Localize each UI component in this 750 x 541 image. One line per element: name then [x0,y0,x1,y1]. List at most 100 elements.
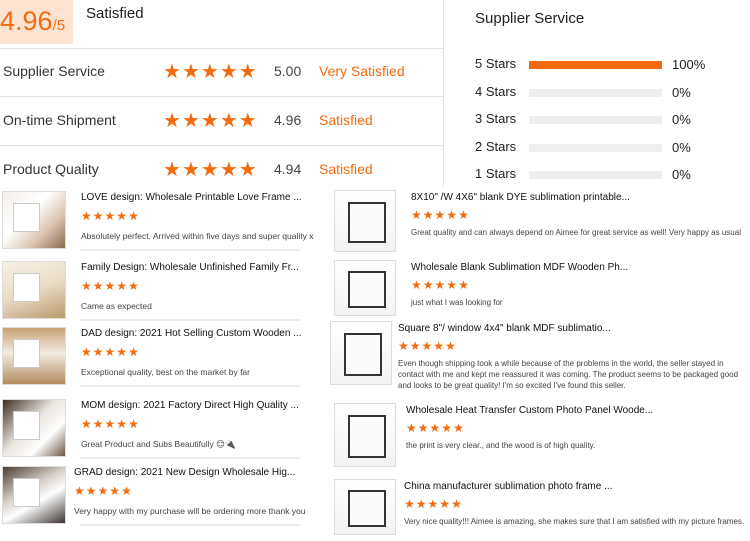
divider [0,48,443,49]
star-icon: ★ [81,279,92,293]
review-text: Even though shipping took a while becaus… [398,359,739,390]
review-text: Exceptional quality, best on the market … [81,367,250,377]
star-icon: ★ [411,278,422,292]
star-icon: ★ [415,497,427,511]
star-icon: ★ [181,157,200,181]
star-icon: ★ [92,417,104,431]
product-thumbnail[interactable] [2,399,66,457]
distribution-label: 1 Stars [475,166,517,181]
star-icon: ★ [116,209,128,223]
metric-value: 4.94 [274,161,302,177]
review-text: just what I was looking for [411,298,503,307]
metric-value: 5.00 [274,63,302,79]
star-icon: ★ [398,339,409,353]
metric-value: 4.96 [274,112,302,128]
rating-stars: ★ ★ ★ ★ ★ [163,61,257,81]
star-icon: ★ [433,339,445,353]
metric-rating-word: Satisfied [319,161,373,177]
product-thumbnail[interactable] [330,321,392,385]
distribution-bar-fill [529,61,662,69]
distribution-bar [529,171,662,179]
distribution-label: 5 Stars [475,56,517,71]
review-product-title[interactable]: Family Design: Wholesale Unfinished Fami… [81,262,326,273]
star-icon: ★ [417,421,429,435]
review-product-title[interactable]: LOVE design: Wholesale Printable Love Fr… [81,192,326,203]
star-icon: ★ [181,59,200,83]
star-icon: ★ [116,279,128,293]
star-icon: ★ [451,497,462,511]
product-thumbnail[interactable] [334,260,396,316]
distribution-percent: 0% [672,112,691,127]
distribution-percent: 100% [672,57,706,72]
review-card: GRAD design: 2021 New Design Wholesale H… [0,462,330,530]
frame-illustration [348,415,386,458]
star-icon: ★ [104,279,116,293]
rating-stars: ★ ★ ★ ★ ★ [74,485,132,497]
review-card: Family Design: Wholesale Unfinished Fami… [0,257,330,321]
distribution-bar [529,88,662,97]
star-icon: ★ [97,484,109,498]
rating-stars: ★ ★ ★ ★ ★ [163,159,257,179]
star-icon: ★ [421,339,433,353]
frame-illustration [14,412,39,440]
rating-stars: ★ ★ ★ ★ ★ [411,209,469,221]
rating-stars: ★ ★ ★ ★ ★ [404,498,462,510]
star-icon: ★ [81,209,92,223]
rating-stars: ★ ★ ★ ★ ★ [406,422,464,434]
star-icon: ★ [404,497,415,511]
distribution-label: 2 Stars [475,138,517,154]
star-icon: ★ [116,417,128,431]
frame-illustration [348,270,386,309]
star-icon: ★ [238,108,257,132]
review-product-title[interactable]: GRAD design: 2021 New Design Wholesale H… [74,467,319,478]
product-thumbnail[interactable] [2,191,66,249]
star-icon: ★ [104,209,116,223]
product-thumbnail[interactable] [2,466,66,524]
star-icon: ★ [163,157,181,181]
review-product-title[interactable]: Square 8"/ window 4x4" blank MDF sublima… [398,323,748,334]
distribution-label: 4 Stars [475,83,517,99]
star-icon: ★ [85,484,97,498]
star-icon: ★ [429,421,441,435]
star-icon: ★ [92,209,104,223]
review-card: Square 8"/ window 4x4" blank MDF sublima… [330,318,750,398]
frame-illustration [14,204,39,232]
star-icon: ★ [422,208,434,222]
review-card: Wholesale Blank Sublimation MDF Wooden P… [330,257,750,317]
star-icon: ★ [411,208,422,222]
review-text: the print is very clear., and the wood i… [406,441,596,450]
review-text: Great quality and can always depend on A… [411,228,741,237]
review-product-title[interactable]: DAD design: 2021 Hot Selling Custom Wood… [81,328,326,339]
divider [80,385,300,387]
star-icon: ★ [446,278,458,292]
star-icon: ★ [116,345,128,359]
review-card: Wholesale Heat Transfer Custom Photo Pan… [330,400,750,474]
review-text: Absolutely perfect. Arrived within five … [81,231,314,241]
review-product-title[interactable]: Wholesale Blank Sublimation MDF Wooden P… [411,262,748,273]
star-icon: ★ [453,421,464,435]
frame-illustration [344,333,382,376]
review-text: Great Product and Subs Beautifully 😊🔌 [81,439,236,449]
star-icon: ★ [200,108,219,132]
review-card: LOVE design: Wholesale Printable Love Fr… [0,187,330,251]
product-thumbnail[interactable] [2,261,66,319]
product-thumbnail[interactable] [334,190,396,252]
star-icon: ★ [81,417,92,431]
frame-illustration [14,274,39,302]
review-product-title[interactable]: Wholesale Heat Transfer Custom Photo Pan… [406,405,748,416]
star-icon: ★ [81,345,92,359]
distribution-percent: 0% [672,139,691,155]
divider [0,96,443,97]
product-thumbnail[interactable] [2,327,66,385]
star-icon: ★ [92,279,104,293]
star-icon: ★ [427,497,439,511]
review-product-title[interactable]: 8X10" /W 4X6" blank DYE sublimation prin… [411,192,748,203]
review-card: MOM design: 2021 Factory Direct High Qua… [0,395,330,459]
product-thumbnail[interactable] [334,403,396,467]
star-icon: ★ [128,279,139,293]
star-icon: ★ [446,208,458,222]
review-product-title[interactable]: MOM design: 2021 Factory Direct High Qua… [81,400,326,411]
review-product-title[interactable]: China manufacturer sublimation photo fra… [404,481,748,492]
product-thumbnail[interactable] [334,479,396,535]
overall-label: Satisfied [86,5,144,22]
